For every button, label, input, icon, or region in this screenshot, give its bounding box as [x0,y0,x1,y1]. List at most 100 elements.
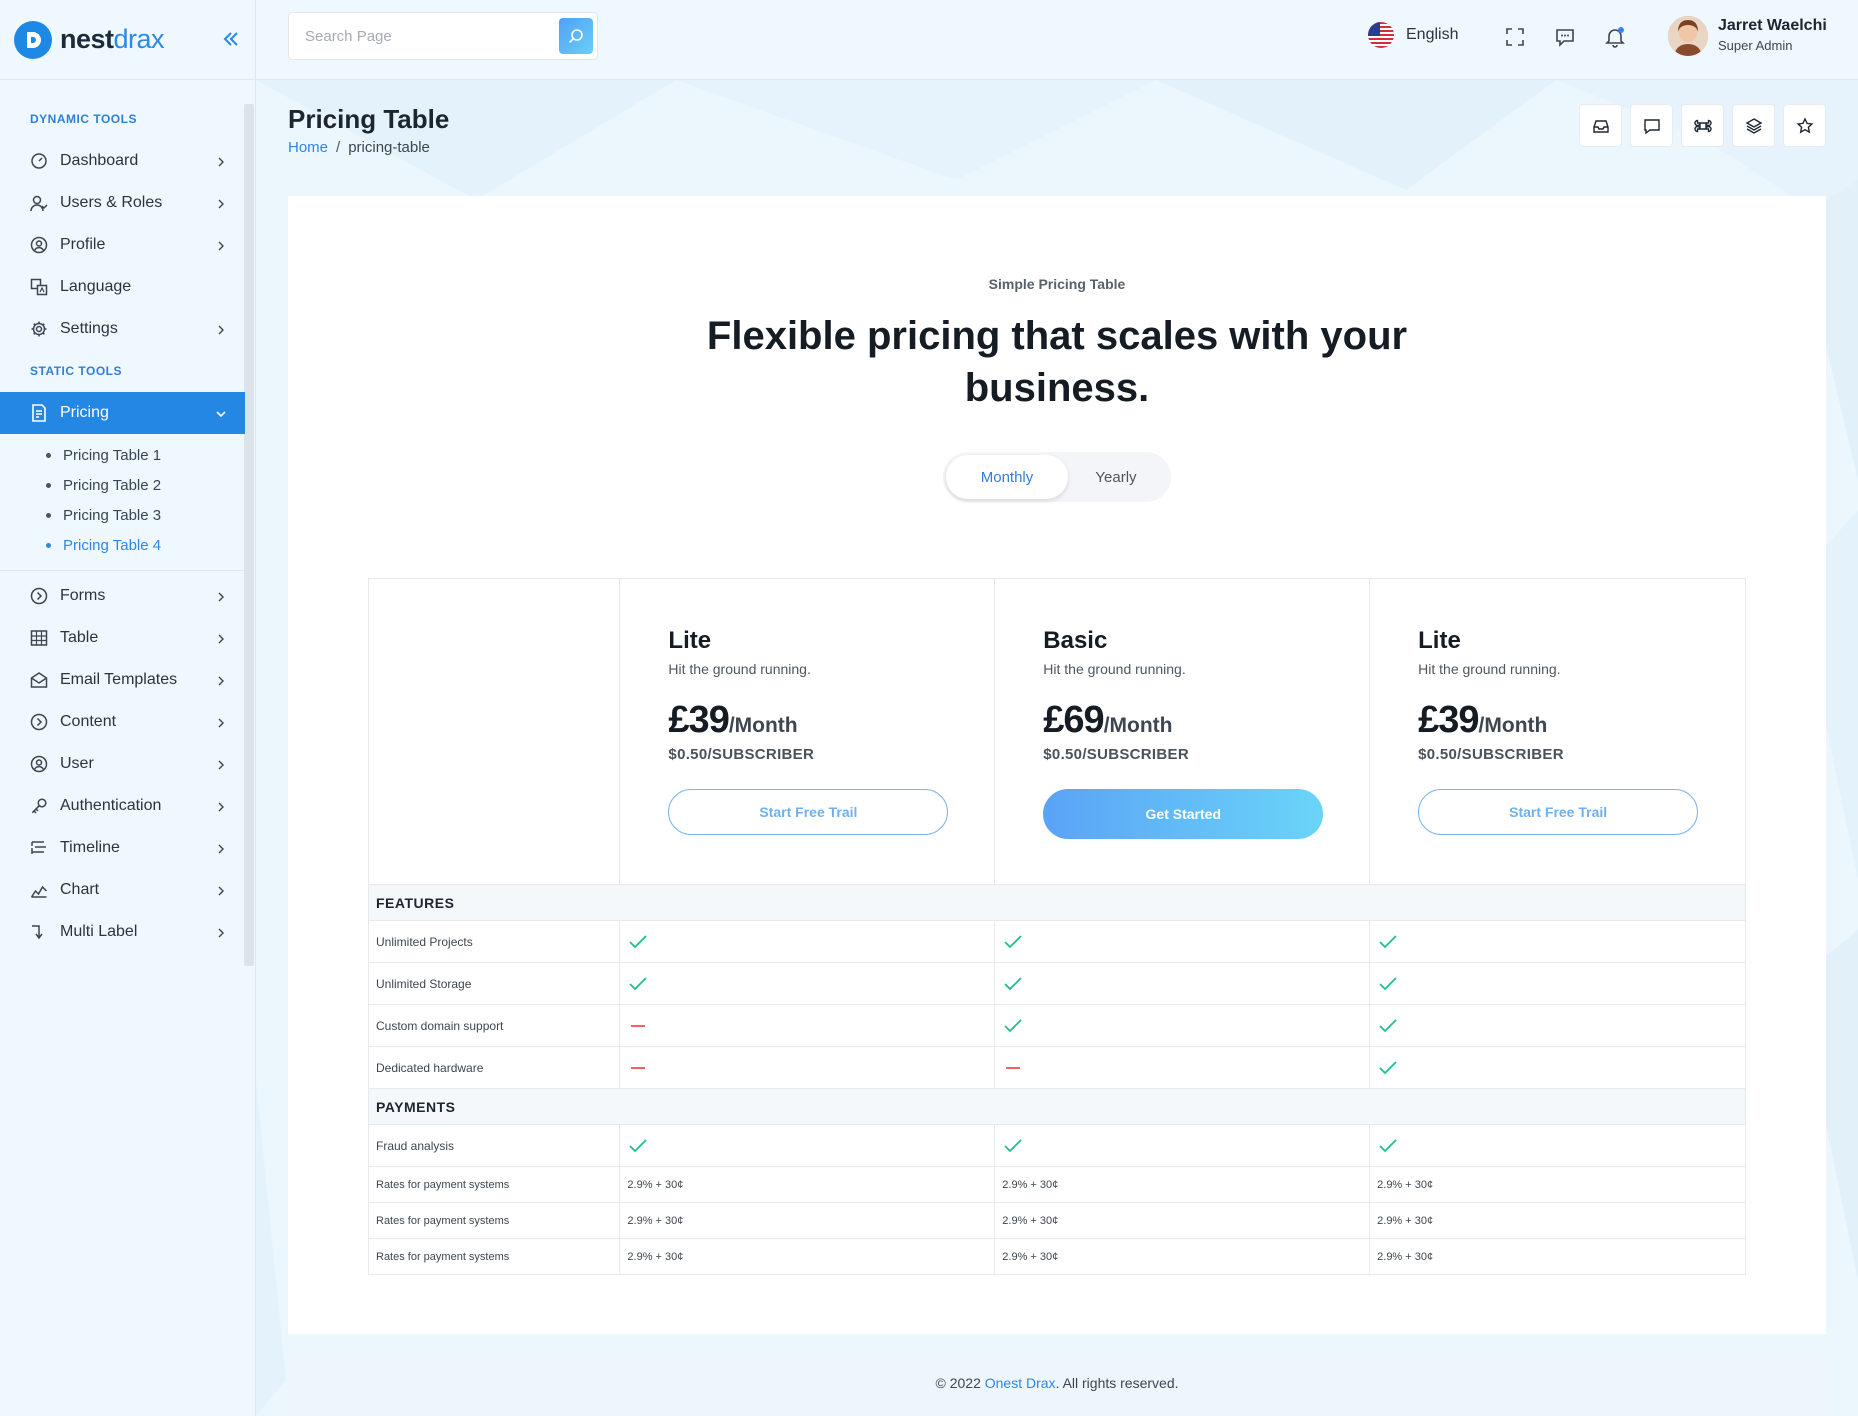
breadcrumb-home-link[interactable]: Home [288,139,328,156]
language-label: English [1406,26,1459,43]
plan-name: Lite [1418,627,1461,654]
section-title-static: STATIC TOOLS [30,364,122,378]
language-selector[interactable]: English [1368,22,1458,48]
submenu-item-pricing-table-3[interactable]: Pricing Table 3 [0,500,245,530]
sidebar-item-content[interactable]: Content [0,701,245,743]
feature-cell [619,920,996,963]
toggle-yearly[interactable]: Yearly [1055,455,1177,499]
sidebar-item-table[interactable]: Table [0,617,245,659]
sidebar: nestdrax DYNAMIC TOOLS Dashboard Users & … [0,0,256,1416]
table-row: Rates for payment systems 2.9% + 30¢ 2.9% … [367,1238,1746,1275]
fullscreen-icon[interactable] [1502,24,1528,50]
brand[interactable]: nestdrax [0,0,255,80]
feature-cell [1369,1004,1746,1047]
get-started-button[interactable]: Get Started [1043,789,1324,839]
gear-icon [28,318,50,340]
sidebar-item-settings[interactable]: Settings [0,308,245,350]
timeline-icon [28,837,50,859]
plan-tagline: Hit the ground running. [668,661,811,677]
submenu-item-pricing-table-4[interactable]: Pricing Table 4 [0,530,245,560]
footer-prefix: © 2022 [935,1375,985,1391]
toggle-monthly[interactable]: Monthly [946,455,1068,499]
chevron-right-icon [215,632,227,644]
feature-cell [994,1046,1371,1089]
rate-label: Rates for payment systems [367,1238,621,1275]
sidebar-item-language[interactable]: Language [0,266,245,308]
features-heading: FEATURES [368,884,1746,921]
table-row: Fraud analysis [367,1124,1746,1167]
chevron-down-icon [215,407,227,419]
empty-header-cell [367,578,621,885]
table-row: Unlimited Projects [367,920,1746,963]
sidebar-item-email-templates[interactable]: Email Templates [0,659,245,701]
sidebar-item-dashboard[interactable]: Dashboard [0,140,245,182]
brand-name-part1: nest [60,24,114,54]
sidebar-item-multi-label[interactable]: Multi Label [0,911,245,953]
chevron-circle-icon [28,711,50,733]
chat-icon[interactable] [1552,24,1578,50]
message-button[interactable] [1630,104,1673,147]
footer-brand-link[interactable]: Onest Drax [985,1375,1056,1391]
feature-cell [994,1004,1371,1047]
sidebar-item-pricing[interactable]: Pricing [0,392,245,434]
sidebar-item-users-and-roles[interactable]: Users & Roles [0,182,245,224]
start-free-trial-button[interactable]: Start Free Trail [668,789,949,835]
submenu-item-label: Pricing Table 3 [63,506,162,524]
user-role: Super Admin [1718,38,1793,53]
divider [0,570,245,571]
check-icon [1377,934,1399,948]
price-amount: £39 [1418,699,1479,741]
gauge-icon [28,150,50,172]
user-circle-icon [28,234,50,256]
grid-icon [28,627,50,649]
inbox-button[interactable] [1579,104,1622,147]
search-input[interactable] [289,13,539,59]
plan-card-basic: Basic Hit the ground running. £69 /Month… [994,578,1371,885]
sidebar-item-profile[interactable]: Profile [0,224,245,266]
footer-suffix: . All rights reserved. [1055,1375,1179,1391]
bullet-icon [46,542,51,548]
sidebar-item-user[interactable]: User [0,743,245,785]
sidebar-item-label: Table [60,629,99,646]
rate-value: 2.9% + 30¢ [619,1238,996,1275]
section-title-dynamic: DYNAMIC TOOLS [30,112,137,126]
table-row: Dedicated hardware [367,1046,1746,1089]
pricing-table: Lite Hit the ground running. £39 /Month … [367,578,1746,1275]
collapse-sidebar-icon[interactable] [220,27,242,51]
submenu-item-label: Pricing Table 2 [63,476,162,494]
chevron-right-icon [215,926,227,938]
bell-icon[interactable] [1602,24,1628,50]
star-button[interactable] [1783,104,1826,147]
sidebar-item-label: Dashboard [60,152,139,169]
plan-subscriber-rate: $0.50/SUBSCRIBER [1418,746,1564,763]
layers-button[interactable] [1732,104,1775,147]
check-icon [1002,976,1024,990]
plan-subscriber-rate: $0.50/SUBSCRIBER [668,746,815,763]
command-button[interactable] [1681,104,1724,147]
topbar: English Jarret Waelchi Super Admin [256,0,1858,80]
avatar[interactable] [1668,16,1708,56]
chevron-right-icon [215,842,227,854]
brand-logo-icon [14,20,52,59]
sidebar-item-timeline[interactable]: Timeline [0,827,245,869]
submenu-item-pricing-table-2[interactable]: Pricing Table 2 [0,470,245,500]
sidebar-item-forms[interactable]: Forms [0,575,245,617]
footer-text: © 2022 Onest Drax. All rights reserved. [288,1375,1826,1391]
check-icon [1002,1138,1024,1152]
check-icon [627,1138,649,1152]
sidebar-item-chart[interactable]: Chart [0,869,245,911]
start-free-trial-button[interactable]: Start Free Trail [1418,789,1699,835]
breadcrumb-separator: / [336,139,341,156]
sidebar-item-authentication[interactable]: Authentication [0,785,245,827]
sidebar-item-label: Users & Roles [60,194,163,211]
chevron-right-icon [215,590,227,602]
page-title: Pricing Table [288,104,450,134]
submenu-item-pricing-table-1[interactable]: Pricing Table 1 [0,440,245,470]
search-button[interactable] [559,18,593,54]
feature-label: Unlimited Projects [367,920,621,963]
sidebar-item-label: Content [60,713,117,730]
check-icon [627,934,649,948]
plan-tagline: Hit the ground running. [1418,661,1561,677]
chart-line-icon [28,879,50,901]
sidebar-scrollbar[interactable] [244,104,254,966]
